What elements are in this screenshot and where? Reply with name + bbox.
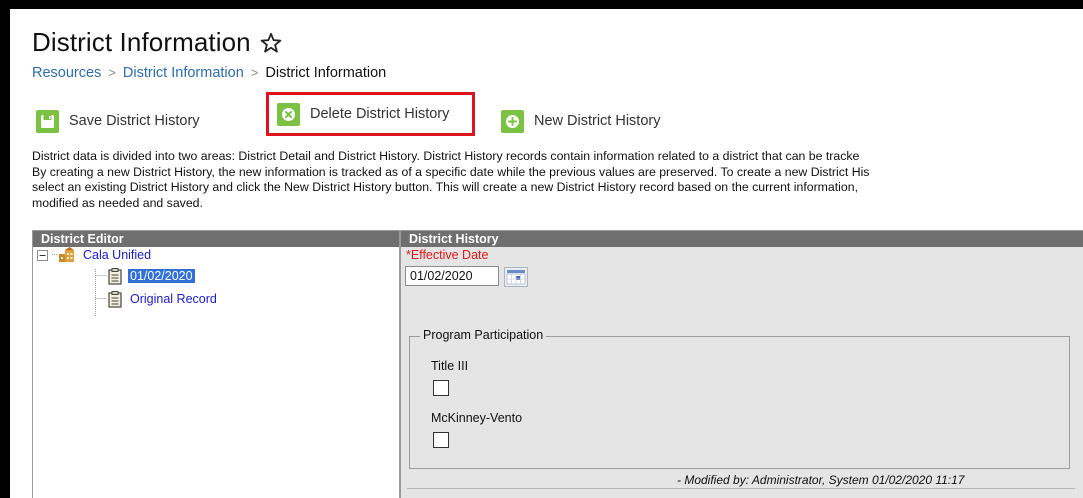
district-history-header: District History [401, 231, 1083, 247]
title-iii-label: Title III [431, 359, 469, 373]
delete-district-history-button[interactable]: Delete District History [266, 92, 475, 136]
title-iii-checkbox[interactable] [433, 380, 449, 396]
mckinney-vento-checkbox[interactable] [433, 432, 449, 448]
effective-date-label: *Effective Date [406, 248, 489, 262]
tree-row-district: Cala Unified [37, 247, 151, 263]
description-line: District data is divided into two areas:… [32, 149, 860, 163]
title-row: District Information [32, 27, 283, 58]
add-circle-plus-icon [501, 109, 524, 133]
save-district-history-label: Save District History [69, 113, 200, 129]
breadcrumb: Resources > District Information > District … [32, 65, 386, 81]
tree-item-effective-date[interactable]: 01/02/2020 [128, 269, 195, 283]
district-editor-header: District Editor [33, 231, 399, 247]
tree-row-history-2020: 01/02/2020 [108, 267, 195, 285]
breadcrumb-district-information-link[interactable]: District Information [123, 65, 244, 81]
program-participation-fieldset: Program Participation Title III McKinney… [409, 328, 1070, 469]
breadcrumb-resources-link[interactable]: Resources [32, 65, 101, 81]
star-icon[interactable] [259, 31, 283, 55]
tree-item-original-record[interactable]: Original Record [130, 292, 217, 306]
mckinney-vento-label: McKinney-Vento [431, 411, 523, 425]
modified-by-text: - Modified by: Administrator, System 01/… [677, 473, 965, 487]
district-history-panel: District History *Effective Date Program… [400, 230, 1083, 498]
page: District Information Resources > District … [10, 9, 1083, 498]
district-building-icon [59, 247, 74, 262]
page-title: District Information [32, 27, 251, 57]
breadcrumb-separator-icon: > [108, 65, 116, 80]
delete-district-history-label: Delete District History [310, 106, 450, 122]
save-district-history-button[interactable]: Save District History [36, 109, 200, 133]
description-text: District data is divided into two areas:… [32, 149, 1083, 211]
description-line: modified as needed and saved. [32, 195, 203, 210]
effective-date-input[interactable] [405, 266, 499, 286]
program-participation-legend: Program Participation [420, 328, 547, 342]
description-line: select an existing District History and … [32, 180, 859, 194]
calendar-icon[interactable] [504, 267, 528, 287]
breadcrumb-separator-icon: > [250, 65, 259, 80]
new-district-history-label: New District History [534, 113, 661, 129]
record-clipboard-icon [108, 290, 122, 308]
footer-divider [407, 488, 1075, 489]
new-district-history-button[interactable]: New District History [501, 109, 660, 133]
district-editor-panel: District Editor Cala Unified 01/02/2020 … [32, 230, 400, 498]
collapse-minus-icon[interactable] [37, 249, 48, 261]
description-line: By creating a new District History, the … [32, 164, 870, 179]
save-icon [36, 109, 59, 133]
tree-item-cala-unified[interactable]: Cala Unified [83, 248, 151, 262]
record-clipboard-icon [108, 267, 122, 285]
breadcrumb-current: District Information [265, 65, 387, 81]
tree-row-original-record: Original Record [108, 290, 217, 308]
action-toolbar: Save District History Delete District Hi… [36, 92, 660, 136]
delete-circle-x-icon [277, 102, 300, 126]
